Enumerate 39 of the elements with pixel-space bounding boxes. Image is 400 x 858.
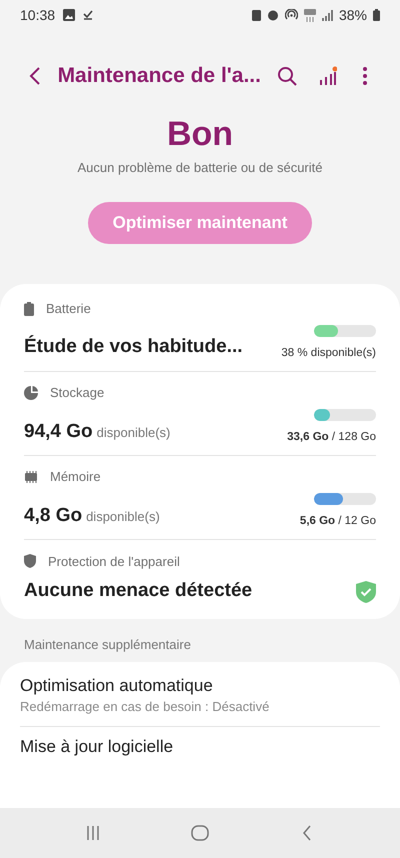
signal-icon	[322, 10, 333, 20]
hotspot-icon	[284, 9, 298, 21]
shield-icon	[24, 554, 36, 568]
usage-reading: 5,6 Go / 12 Go	[300, 514, 376, 529]
row-title[interactable]: Mise à jour logicielle	[20, 736, 380, 758]
shield-check-icon	[356, 580, 376, 602]
more-options-icon	[363, 67, 368, 85]
pie-chart-icon	[24, 386, 38, 400]
page-title: Maintenance de l'a...	[58, 63, 261, 90]
home-icon	[190, 825, 209, 841]
item-value: 4,8 Go	[24, 504, 82, 528]
back-icon	[302, 825, 312, 841]
bar-chart-icon	[319, 66, 338, 86]
usage-reading: 38 % disponible(s)	[281, 346, 376, 360]
item-suffix: disponible(s)	[86, 508, 160, 526]
status-heading: Bon	[166, 114, 234, 154]
battery-icon	[24, 302, 34, 316]
item-value: Aucune menace détectée	[24, 579, 252, 604]
download-done-icon	[83, 10, 94, 20]
status-time: 10:38	[20, 6, 56, 24]
back-icon	[28, 66, 41, 86]
item-value: Étude de vos habitude...	[24, 334, 243, 360]
battery-icon	[373, 9, 380, 21]
item-value: 94,4 Go	[24, 420, 93, 444]
status-message: Aucun problème de batterie ou de sécurité	[78, 159, 322, 177]
row-title[interactable]: Optimisation automatique	[20, 675, 380, 698]
section-label: Maintenance supplémentaire	[24, 636, 192, 654]
chip-icon	[24, 471, 38, 483]
item-suffix: disponible(s)	[96, 424, 170, 442]
item-label: Mémoire	[50, 468, 101, 486]
item-label: Batterie	[46, 300, 91, 318]
recent-apps-icon	[86, 826, 100, 840]
row-subtitle: Redémarrage en cas de besoin : Désactivé	[20, 698, 270, 716]
usage-reading: 33,6 Go / 128 Go	[287, 430, 376, 445]
image-icon	[63, 9, 76, 21]
item-label: Protection de l'appareil	[48, 552, 180, 571]
search-icon	[277, 66, 298, 86]
item-label: Stockage	[50, 384, 104, 402]
battery-percent: 38%	[338, 6, 367, 24]
